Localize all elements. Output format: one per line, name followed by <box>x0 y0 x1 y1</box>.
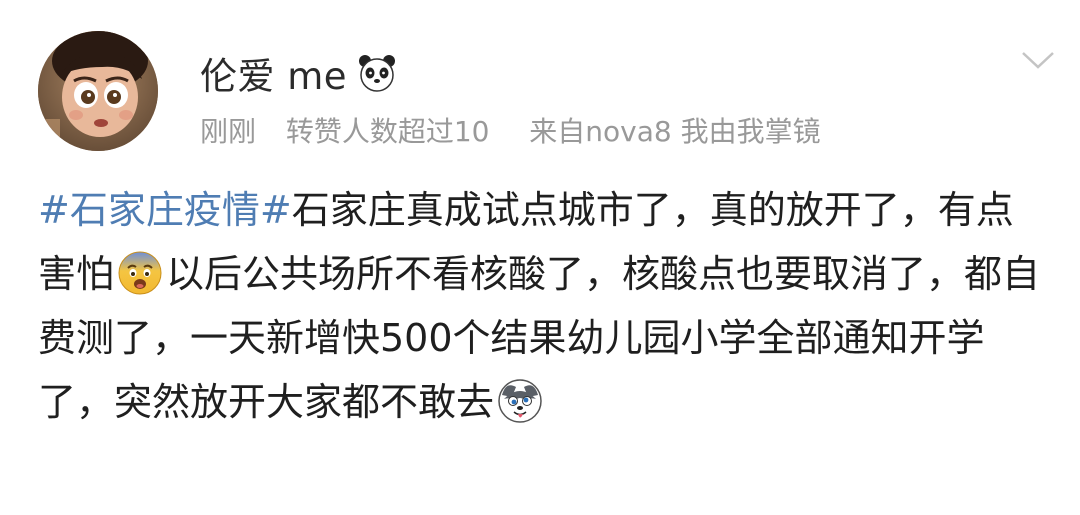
username-row: 伦爱 me <box>200 48 397 98</box>
avatar-image <box>38 31 158 151</box>
fearful-face-icon <box>116 249 164 297</box>
chevron-down-icon[interactable] <box>1020 48 1056 72</box>
post-time: 刚刚 <box>200 115 257 148</box>
username[interactable]: 伦爱 me <box>200 46 347 100</box>
husky-dog-icon <box>496 377 544 425</box>
panda-icon <box>357 53 397 93</box>
repost-like-count: 转赞人数超过10 <box>285 115 490 148</box>
post-meta: 刚刚 转赞人数超过10 来自nova8 我由我掌镜 <box>200 110 821 150</box>
post-source[interactable]: 来自nova8 我由我掌镜 <box>529 110 820 150</box>
post-header: 伦爱 me 刚刚 转赞人数超过10 来自nova8 我由我掌镜 <box>0 0 1080 170</box>
avatar[interactable] <box>38 31 158 151</box>
hashtag-link[interactable]: #石家庄疫情# <box>38 188 292 232</box>
post-content: #石家庄疫情#石家庄真成试点城市了，真的放开了，有点害怕 以后公共场所不看核酸了… <box>38 178 1048 434</box>
